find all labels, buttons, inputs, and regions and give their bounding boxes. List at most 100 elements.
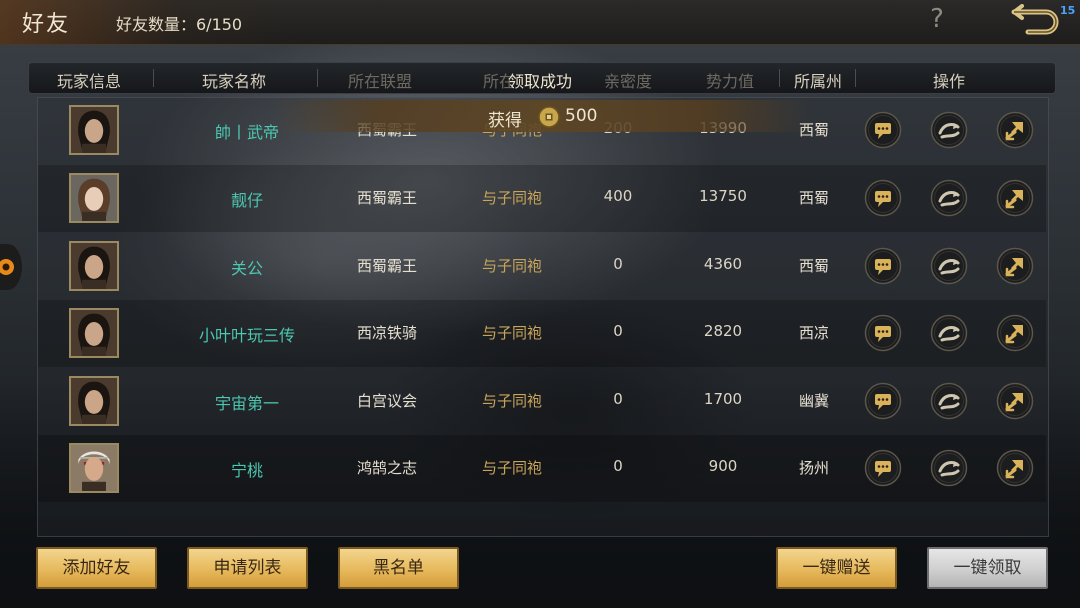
player-intimacy: 0	[613, 457, 623, 475]
chat-button[interactable]	[864, 449, 902, 487]
page-title: 好友	[22, 12, 71, 37]
claim-button[interactable]	[996, 111, 1034, 149]
player-alliance: 西蜀霸王	[356, 189, 417, 207]
gift-icon	[930, 179, 968, 217]
player-intimacy: 0	[613, 255, 623, 273]
player-region: 西凉	[798, 324, 829, 342]
header-alliance[interactable]: 所在联盟	[325, 68, 435, 92]
blacklist-button[interactable]: 黑名单	[338, 547, 459, 589]
chat-icon	[864, 247, 902, 285]
player-avatar[interactable]	[69, 173, 119, 223]
player-alliance: 西凉铁骑	[356, 324, 417, 342]
friend-row[interactable]: 小叶叶玩三传 西凉铁骑 与子同袍 0 2820 西凉	[38, 300, 1046, 367]
player-name[interactable]: 关公	[162, 255, 332, 279]
player-power: 2820	[703, 322, 743, 340]
player-power: 13750	[699, 187, 747, 205]
gift-icon	[930, 111, 968, 149]
return-arrow-icon	[1011, 4, 1059, 35]
player-name[interactable]: 小叶叶玩三传	[162, 322, 332, 346]
player-alliance: 鸿鹄之志	[356, 459, 417, 477]
player-name[interactable]: 宇宙第一	[162, 390, 332, 414]
player-region: 幽冀	[798, 392, 829, 410]
player-power: 4360	[703, 255, 743, 273]
player-power: 900	[708, 457, 738, 475]
chat-button[interactable]	[864, 179, 902, 217]
gift-button[interactable]	[930, 449, 968, 487]
chat-icon	[864, 382, 902, 420]
header-divider	[153, 69, 154, 87]
header-region: 所属州	[793, 72, 842, 91]
claim-icon	[996, 179, 1034, 217]
player-relation: 与子同袍	[481, 257, 542, 275]
claim-button[interactable]	[996, 382, 1034, 420]
claim-icon	[996, 247, 1034, 285]
player-region: 扬州	[798, 459, 829, 477]
player-relation: 与子同袍	[481, 324, 542, 342]
player-name[interactable]: 宁桃	[162, 457, 332, 481]
friend-row[interactable]: 靓仔 西蜀霸王 与子同袍 400 13750 西蜀	[38, 165, 1046, 232]
chat-icon	[864, 179, 902, 217]
header-player-name: 玩家名称	[201, 72, 266, 91]
friend-row[interactable]: 关公 西蜀霸王 与子同袍 0 4360 西蜀	[38, 233, 1046, 300]
header-divider	[779, 69, 780, 87]
chat-button[interactable]	[864, 247, 902, 285]
add-friend-button[interactable]: 添加好友	[36, 547, 157, 589]
notification-badge: 15	[1060, 4, 1076, 17]
chat-button[interactable]	[864, 382, 902, 420]
side-drawer-tab[interactable]	[0, 244, 22, 290]
header-divider	[855, 69, 856, 87]
player-avatar[interactable]	[69, 241, 119, 291]
chat-icon	[864, 449, 902, 487]
gift-icon	[930, 314, 968, 352]
gift-button[interactable]	[930, 111, 968, 149]
player-intimacy: 400	[603, 187, 633, 205]
player-intimacy: 0	[613, 390, 623, 408]
claim-button[interactable]	[996, 247, 1034, 285]
claim-icon	[996, 314, 1034, 352]
header-power[interactable]: 势力值	[693, 68, 767, 92]
gift-button[interactable]	[930, 314, 968, 352]
top-bar: 好友 好友数量：6/150 ? 15	[0, 0, 1080, 45]
chat-button[interactable]	[864, 111, 902, 149]
toast-title: 领取成功	[507, 72, 572, 91]
claim-icon	[996, 449, 1034, 487]
player-intimacy: 0	[613, 322, 623, 340]
claim-button[interactable]	[996, 449, 1034, 487]
chat-icon	[864, 314, 902, 352]
friend-row[interactable]: 宁桃 鸿鹄之志 与子同袍 0 900 扬州	[38, 435, 1046, 502]
player-alliance: 西蜀霸王	[356, 257, 417, 275]
player-avatar[interactable]	[69, 308, 119, 358]
claim-button[interactable]	[996, 179, 1034, 217]
player-name[interactable]: 靓仔	[162, 187, 332, 211]
player-relation: 与子同袍	[481, 189, 542, 207]
back-button[interactable]	[1008, 4, 1062, 36]
claim-all-button[interactable]: 一键领取	[927, 547, 1048, 589]
help-icon[interactable]: ?	[924, 4, 950, 36]
gift-all-button[interactable]: 一键赠送	[776, 547, 897, 589]
gift-button[interactable]	[930, 247, 968, 285]
player-avatar[interactable]	[69, 105, 119, 155]
gift-icon	[930, 449, 968, 487]
gift-icon	[930, 382, 968, 420]
friend-row[interactable]: 宇宙第一 白宫议会 与子同袍 0 1700 幽冀	[38, 368, 1046, 435]
gift-button[interactable]	[930, 179, 968, 217]
gift-icon	[930, 247, 968, 285]
chat-button[interactable]	[864, 314, 902, 352]
friend-count: 好友数量：6/150	[116, 15, 243, 34]
header-divider	[317, 69, 318, 87]
reward-amount: 500	[565, 106, 598, 126]
player-alliance: 白宫议会	[356, 392, 417, 410]
player-avatar[interactable]	[69, 376, 119, 426]
player-relation: 与子同袍	[481, 459, 542, 477]
header-actions: 操作	[932, 72, 965, 91]
coin-icon	[538, 106, 560, 128]
claim-button[interactable]	[996, 314, 1034, 352]
player-region: 西蜀	[798, 257, 829, 275]
player-region: 西蜀	[798, 189, 829, 207]
header-player-info: 玩家信息	[56, 72, 121, 91]
eye-icon	[0, 244, 22, 290]
player-avatar[interactable]	[69, 443, 119, 493]
claim-icon	[996, 111, 1034, 149]
gift-button[interactable]	[930, 382, 968, 420]
apply-list-button[interactable]: 申请列表	[187, 547, 308, 589]
